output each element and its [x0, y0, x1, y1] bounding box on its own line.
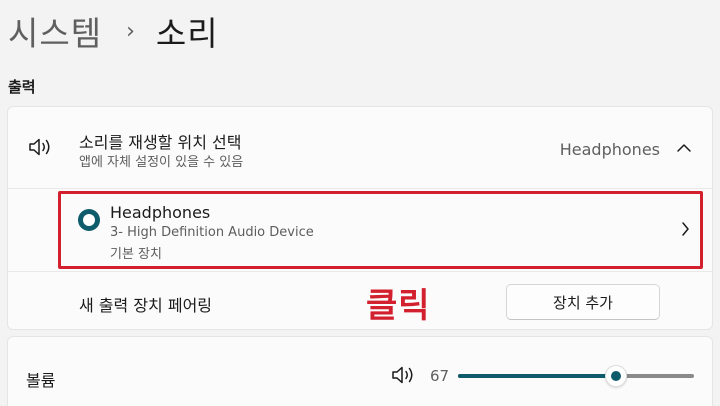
add-device-button[interactable]: 장치 추가: [506, 284, 660, 320]
breadcrumb-separator: ›: [126, 18, 136, 44]
device-status: 기본 장치: [110, 247, 162, 262]
output-selector-subtitle: 앱에 자체 설정이 있을 수 있음: [79, 155, 244, 170]
volume-value: 67: [430, 367, 450, 385]
section-title-output: 출력: [8, 78, 36, 96]
volume-speaker-icon[interactable]: [391, 365, 417, 389]
device-description: 3- High Definition Audio Device: [110, 225, 314, 240]
breadcrumb-parent[interactable]: 시스템: [8, 7, 102, 55]
output-device-item[interactable]: Headphones 3- High Definition Audio Devi…: [8, 188, 712, 270]
output-device-selector[interactable]: 소리를 재생할 위치 선택 앱에 자체 설정이 있을 수 있음 Headphon…: [8, 107, 712, 187]
pair-new-device-row: 새 출력 장치 페어링 클릭 장치 추가: [8, 271, 712, 331]
breadcrumb: 시스템 › 소리: [8, 6, 219, 56]
device-name: Headphones: [110, 203, 211, 222]
volume-slider-thumb[interactable]: [605, 365, 627, 387]
chevron-right-icon[interactable]: [680, 221, 690, 241]
page-title: 소리: [155, 14, 219, 53]
output-selector-title: 소리를 재생할 위치 선택: [79, 133, 242, 152]
device-radio-button[interactable]: [78, 209, 100, 231]
volume-label: 볼륨: [26, 371, 56, 390]
current-output-device: Headphones: [559, 140, 660, 159]
output-card: 소리를 재생할 위치 선택 앱에 자체 설정이 있을 수 있음 Headphon…: [7, 106, 713, 330]
settings-page: 시스템 › 소리 출력 소리를 재생할 위치 선택 앱에 자체 설정이 있을 수…: [0, 0, 720, 406]
speaker-icon: [28, 137, 54, 161]
volume-card: 볼륨 67: [7, 336, 713, 406]
pair-device-label: 새 출력 장치 페어링: [79, 296, 213, 315]
click-annotation: 클릭: [366, 286, 431, 326]
volume-slider[interactable]: [458, 365, 694, 387]
chevron-up-icon[interactable]: [676, 139, 692, 158]
volume-slider-fill: [458, 374, 616, 378]
